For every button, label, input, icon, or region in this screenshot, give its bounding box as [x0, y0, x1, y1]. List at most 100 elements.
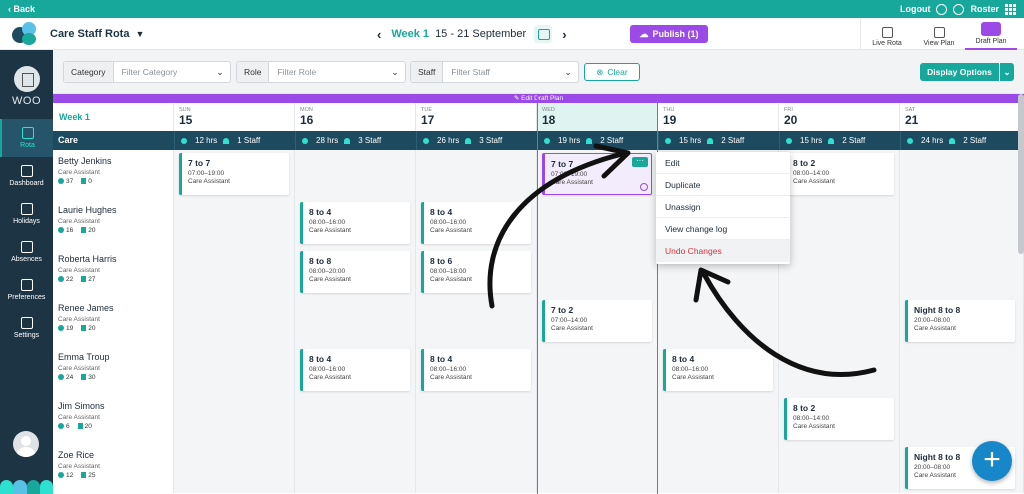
day-cell[interactable] — [658, 444, 779, 493]
day-cell[interactable] — [658, 297, 779, 346]
day-cell[interactable]: Night 8 to 8 20:00–08:00 Care Assistant — [900, 297, 1024, 346]
day-cell[interactable] — [295, 395, 416, 444]
chevron-down-icon[interactable]: ⌄ — [385, 62, 405, 82]
chevron-down-icon[interactable]: ⌄ — [999, 63, 1014, 81]
clear-filters-button[interactable]: ⊗ Clear — [584, 63, 640, 81]
gear-icon[interactable] — [953, 3, 965, 15]
next-week-button[interactable]: › — [562, 27, 566, 42]
staff-info[interactable]: Emma Troup Care Assistant 24 30 — [53, 346, 174, 395]
logout-icon[interactable] — [936, 3, 948, 15]
staff-info[interactable]: Laurie Hughes Care Assistant 16 20 — [53, 199, 174, 248]
day-cell[interactable]: 7 to 7 07:00–19:00 Care Assistant — [174, 150, 295, 199]
day-cell[interactable] — [174, 199, 295, 248]
menu-item-view-change-log[interactable]: View change log — [656, 218, 790, 240]
shift-card[interactable]: 8 to 4 08:00–16:00 Care Assistant — [300, 202, 410, 244]
day-cell[interactable]: 8 to 4 08:00–16:00 Care Assistant — [416, 346, 537, 395]
day-cell[interactable] — [295, 150, 416, 199]
day-cell[interactable]: 8 to 4 08:00–16:00 Care Assistant — [658, 346, 779, 395]
day-cell[interactable] — [537, 199, 658, 248]
day-cell[interactable] — [174, 248, 295, 297]
day-cell[interactable]: 8 to 4 08:00–16:00 Care Assistant — [295, 199, 416, 248]
day-cell[interactable] — [779, 248, 900, 297]
avatar[interactable] — [13, 431, 39, 457]
day-cell[interactable] — [779, 346, 900, 395]
day-cell[interactable]: 8 to 4 08:00–16:00 Care Assistant — [416, 199, 537, 248]
logout-link[interactable]: Logout — [900, 4, 931, 14]
day-cell[interactable] — [779, 199, 900, 248]
prev-week-button[interactable]: ‹ — [377, 27, 381, 42]
day-cell[interactable] — [295, 444, 416, 493]
day-cell[interactable]: 8 to 6 08:00–18:00 Care Assistant — [416, 248, 537, 297]
day-cell[interactable] — [416, 395, 537, 444]
calendar-icon[interactable] — [534, 25, 553, 43]
shift-card[interactable]: 8 to 2 08:00–14:00 Care Assistant — [784, 398, 894, 440]
day-cell[interactable] — [416, 150, 537, 199]
day-cell[interactable]: 8 to 2 08:00–14:00 Care Assistant — [779, 150, 900, 199]
day-cell[interactable] — [174, 444, 295, 493]
category-filter-placeholder[interactable]: Filter Category — [114, 62, 211, 82]
day-cell[interactable] — [900, 150, 1024, 199]
day-cell[interactable]: 8 to 4 08:00–16:00 Care Assistant — [295, 346, 416, 395]
day-cell[interactable] — [900, 248, 1024, 297]
day-cell[interactable] — [900, 346, 1024, 395]
staff-info[interactable]: Jim Simons Care Assistant 6 20 — [53, 395, 174, 444]
shift-card[interactable]: 8 to 4 08:00–16:00 Care Assistant — [421, 349, 531, 391]
menu-item-duplicate[interactable]: Duplicate — [656, 174, 790, 196]
shift-card[interactable]: 8 to 8 08:00–20:00 Care Assistant — [300, 251, 410, 293]
day-cell[interactable] — [537, 248, 658, 297]
staff-info[interactable]: Betty Jenkins Care Assistant 37 0 — [53, 150, 174, 199]
day-cell[interactable] — [295, 297, 416, 346]
category-filter[interactable]: Category Filter Category ⌄ — [63, 61, 231, 83]
staff-info[interactable]: Zoe Rice Care Assistant 12 25 — [53, 444, 174, 493]
day-cell[interactable] — [416, 297, 537, 346]
day-cell[interactable] — [416, 444, 537, 493]
day-cell[interactable] — [900, 395, 1024, 444]
day-cell[interactable] — [537, 444, 658, 493]
shift-card[interactable]: 7 to 2 07:00–14:00 Care Assistant — [542, 300, 652, 342]
day-cell[interactable] — [900, 199, 1024, 248]
day-cell[interactable] — [658, 395, 779, 444]
day-cell[interactable]: 7 to 7 07:00–19:00 Care Assistant ··· — [537, 150, 658, 199]
day-cell[interactable] — [779, 297, 900, 346]
day-cell[interactable] — [174, 346, 295, 395]
day-cell[interactable]: 8 to 2 08:00–14:00 Care Assistant — [779, 395, 900, 444]
staff-info[interactable]: Renee James Care Assistant 19 20 — [53, 297, 174, 346]
sidebar-item-holidays[interactable]: Holidays — [0, 195, 53, 233]
day-cell[interactable]: 7 to 2 07:00–14:00 Care Assistant — [537, 297, 658, 346]
add-icon[interactable] — [640, 183, 648, 191]
day-cell[interactable] — [537, 395, 658, 444]
chevron-down-icon[interactable]: ⌄ — [558, 62, 578, 82]
staff-filter[interactable]: Staff Filter Staff ⌄ — [410, 61, 579, 83]
shift-card[interactable]: 8 to 4 08:00–16:00 Care Assistant — [663, 349, 773, 391]
staff-info[interactable]: Roberta Harris Care Assistant 22 27 — [53, 248, 174, 297]
tab-live-rota[interactable]: Live Rota — [861, 18, 913, 50]
shift-card[interactable]: 7 to 7 07:00–19:00 Care Assistant ··· — [542, 153, 652, 195]
shift-card[interactable]: 7 to 7 07:00–19:00 Care Assistant — [179, 153, 289, 195]
day-cell[interactable] — [174, 297, 295, 346]
day-cell[interactable]: 8 to 8 08:00–20:00 Care Assistant — [295, 248, 416, 297]
tab-draft-plan[interactable]: Draft Plan — [965, 18, 1017, 50]
sidebar-item-preferences[interactable]: Preferences — [0, 271, 53, 309]
publish-button[interactable]: ☁ Publish (1) — [630, 25, 708, 43]
sidebar-item-settings[interactable]: Settings — [0, 309, 53, 347]
sidebar-item-dashboard[interactable]: Dashboard — [0, 157, 53, 195]
draft-plan-banner[interactable]: ✎ Edit Draft Plan — [53, 94, 1024, 103]
shift-card[interactable]: 8 to 4 08:00–16:00 Care Assistant — [300, 349, 410, 391]
day-cell[interactable] — [174, 395, 295, 444]
roster-link[interactable]: Roster — [970, 4, 999, 14]
back-link[interactable]: ‹ Back — [8, 4, 35, 14]
menu-item-edit[interactable]: Edit — [656, 152, 790, 174]
chevron-down-icon[interactable]: ▼ — [135, 29, 144, 39]
day-cell[interactable] — [779, 444, 900, 493]
sidebar-item-absences[interactable]: Absences — [0, 233, 53, 271]
display-options-button[interactable]: Display Options ⌄ — [920, 63, 1014, 81]
shift-card[interactable]: Night 8 to 8 20:00–08:00 Care Assistant — [905, 300, 1015, 342]
shift-card[interactable]: 8 to 6 08:00–18:00 Care Assistant — [421, 251, 531, 293]
shift-card[interactable]: 8 to 2 08:00–14:00 Care Assistant — [784, 153, 894, 195]
apps-grid-icon[interactable] — [1005, 3, 1016, 15]
menu-item-undo-changes[interactable]: Undo Changes — [656, 240, 790, 262]
tab-view-plan[interactable]: View Plan — [913, 18, 965, 50]
sidebar-item-rota[interactable]: Rota — [0, 119, 53, 157]
org-logo[interactable] — [13, 66, 40, 92]
day-cell[interactable] — [537, 346, 658, 395]
